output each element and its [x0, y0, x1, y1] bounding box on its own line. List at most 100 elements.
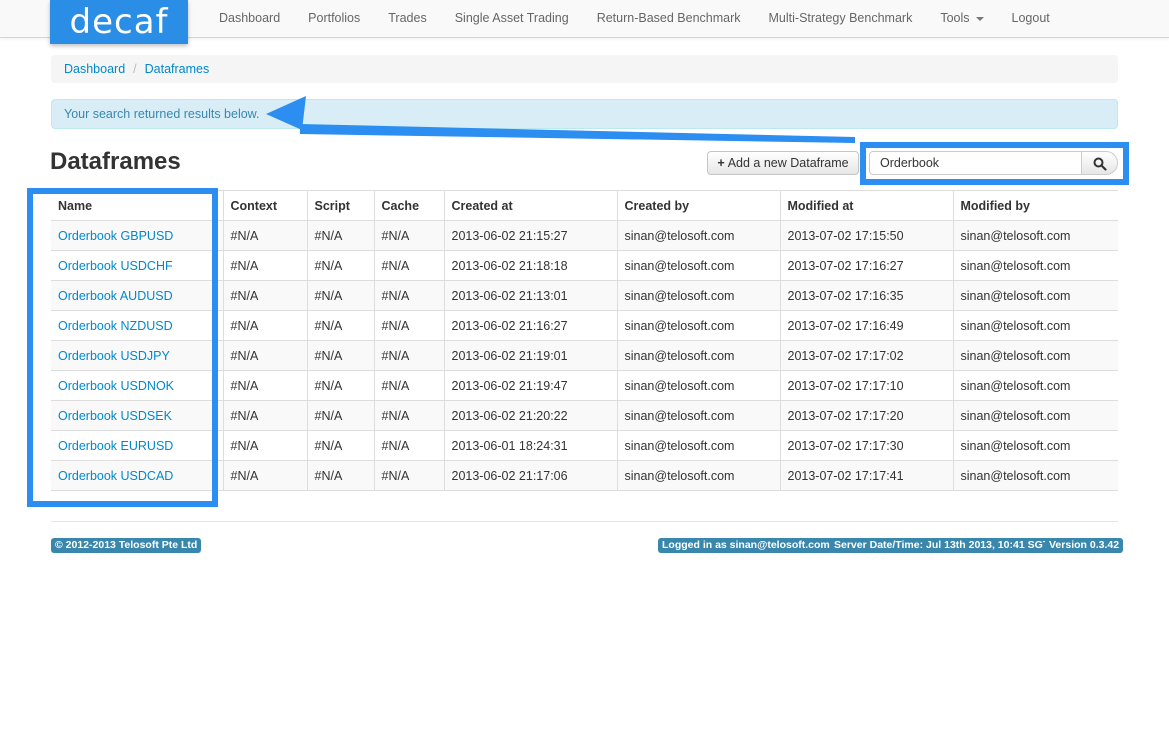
cell-cache: #N/A — [373, 370, 444, 401]
cell-created-by: sinan@telosoft.com — [616, 370, 780, 401]
col-modified-at[interactable]: Modified at — [779, 190, 953, 221]
page-title: Dataframes — [50, 148, 181, 175]
logged-in-label: Logged in as sinan@telosoft.com — [658, 538, 834, 553]
cell-modified-at: 2013-07-02 17:16:27 — [779, 250, 953, 281]
cell-cache: #N/A — [373, 430, 444, 461]
cell-script: #N/A — [306, 250, 374, 281]
cell-created-at: 2013-06-02 21:17:06 — [443, 460, 617, 491]
cell-name: Orderbook AUDUSD — [51, 280, 223, 311]
table-row: Orderbook USDSEK #N/A #N/A #N/A 2013-06-02 2… — [51, 400, 1118, 431]
cell-created-at: 2013-06-02 21:16:27 — [443, 310, 617, 341]
breadcrumb: Dashboard / Dataframes — [51, 55, 1118, 83]
dataframe-link[interactable]: Orderbook USDSEK — [58, 409, 172, 423]
nav-tools[interactable]: Tools — [926, 0, 997, 38]
col-cache[interactable]: Cache — [373, 190, 444, 221]
col-context[interactable]: Context — [222, 190, 307, 221]
dataframe-link[interactable]: Orderbook USDCHF — [58, 259, 173, 273]
col-modified-by[interactable]: Modified by — [952, 190, 1118, 221]
cell-modified-by: sinan@telosoft.com — [952, 220, 1118, 251]
cell-script: #N/A — [306, 460, 374, 491]
cell-modified-at: 2013-07-02 17:17:20 — [779, 400, 953, 431]
dataframe-link[interactable]: Orderbook NZDUSD — [58, 319, 173, 333]
cell-script: #N/A — [306, 370, 374, 401]
cell-created-at: 2013-06-02 21:15:27 — [443, 220, 617, 251]
nav-dashboard[interactable]: Dashboard — [205, 0, 294, 38]
add-dataframe-button[interactable]: + Add a new Dataframe — [707, 151, 859, 175]
col-created-at[interactable]: Created at — [443, 190, 617, 221]
col-created-by[interactable]: Created by — [616, 190, 780, 221]
cell-cache: #N/A — [373, 250, 444, 281]
breadcrumb-dataframes[interactable]: Dataframes — [145, 62, 210, 76]
cell-modified-by: sinan@telosoft.com — [952, 370, 1118, 401]
cell-modified-at: 2013-07-02 17:17:02 — [779, 340, 953, 371]
cell-script: #N/A — [306, 280, 374, 311]
brand-logo[interactable]: decaf — [50, 0, 188, 44]
cell-modified-at: 2013-07-02 17:16:49 — [779, 310, 953, 341]
table-row: Orderbook GBPUSD #N/A #N/A #N/A 2013-06-02 2… — [51, 220, 1118, 251]
cell-modified-by: sinan@telosoft.com — [952, 430, 1118, 461]
cell-name: Orderbook GBPUSD — [51, 220, 223, 251]
dataframe-link[interactable]: Orderbook GBPUSD — [58, 229, 173, 243]
dataframe-link[interactable]: Orderbook USDCAD — [58, 469, 173, 483]
cell-context: #N/A — [222, 340, 307, 371]
cell-cache: #N/A — [373, 280, 444, 311]
cell-created-at: 2013-06-02 21:13:01 — [443, 280, 617, 311]
cell-context: #N/A — [222, 430, 307, 461]
table-row: Orderbook USDNOK #N/A #N/A #N/A 2013-06-02 2… — [51, 370, 1118, 401]
version-label: Version 0.3.42 — [1045, 538, 1124, 553]
copyright-label: © 2012-2013 Telosoft Pte Ltd — [51, 538, 202, 553]
nav-trades[interactable]: Trades — [374, 0, 440, 38]
nav-logout[interactable]: Logout — [998, 0, 1064, 38]
cell-cache: #N/A — [373, 460, 444, 491]
dataframe-link[interactable]: Orderbook USDJPY — [58, 349, 170, 363]
nav-single-asset-trading[interactable]: Single Asset Trading — [441, 0, 583, 38]
cell-name: Orderbook EURUSD — [51, 430, 223, 461]
cell-context: #N/A — [222, 400, 307, 431]
table-row: Orderbook USDCHF #N/A #N/A #N/A 2013-06-02 2… — [51, 250, 1118, 281]
nav-return-based-benchmark[interactable]: Return-Based Benchmark — [583, 0, 755, 38]
breadcrumb-dashboard[interactable]: Dashboard — [64, 62, 125, 76]
cell-modified-by: sinan@telosoft.com — [952, 400, 1118, 431]
cell-created-at: 2013-06-02 21:18:18 — [443, 250, 617, 281]
dataframe-link[interactable]: Orderbook USDNOK — [58, 379, 174, 393]
dataframe-link[interactable]: Orderbook AUDUSD — [58, 289, 173, 303]
cell-created-at: 2013-06-02 21:20:22 — [443, 400, 617, 431]
table-row: Orderbook AUDUSD #N/A #N/A #N/A 2013-06-02 2… — [51, 280, 1118, 311]
main-nav: Dashboard Portfolios Trades Single Asset… — [205, 0, 1064, 38]
search-button[interactable] — [1081, 151, 1118, 175]
cell-modified-at: 2013-07-02 17:17:41 — [779, 460, 953, 491]
cell-created-at: 2013-06-02 21:19:01 — [443, 340, 617, 371]
breadcrumb-separator: / — [133, 62, 137, 76]
caret-down-icon — [975, 16, 984, 21]
cell-modified-at: 2013-07-02 17:16:35 — [779, 280, 953, 311]
search-results-alert: Your search returned results below. — [51, 99, 1118, 129]
cell-name: Orderbook USDSEK — [51, 400, 223, 431]
col-name[interactable]: Name — [51, 190, 223, 221]
table-header-row: Name Context Script Cache Created at Cre… — [51, 190, 1118, 221]
cell-script: #N/A — [306, 310, 374, 341]
nav-multi-strategy-benchmark[interactable]: Multi-Strategy Benchmark — [755, 0, 927, 38]
cell-script: #N/A — [306, 400, 374, 431]
cell-created-by: sinan@telosoft.com — [616, 310, 780, 341]
cell-context: #N/A — [222, 310, 307, 341]
dataframe-link[interactable]: Orderbook EURUSD — [58, 439, 173, 453]
table-row: Orderbook NZDUSD #N/A #N/A #N/A 2013-06-02 2… — [51, 310, 1118, 341]
cell-name: Orderbook USDCAD — [51, 460, 223, 491]
search-input[interactable] — [869, 151, 1082, 175]
cell-cache: #N/A — [373, 400, 444, 431]
table-row: Orderbook EURUSD #N/A #N/A #N/A 2013-06-01 1… — [51, 430, 1118, 461]
cell-modified-by: sinan@telosoft.com — [952, 280, 1118, 311]
cell-name: Orderbook USDJPY — [51, 340, 223, 371]
cell-cache: #N/A — [373, 340, 444, 371]
col-script[interactable]: Script — [306, 190, 374, 221]
cell-context: #N/A — [222, 250, 307, 281]
cell-context: #N/A — [222, 370, 307, 401]
cell-created-by: sinan@telosoft.com — [616, 220, 780, 251]
search-icon — [1093, 157, 1107, 171]
cell-modified-by: sinan@telosoft.com — [952, 310, 1118, 341]
cell-script: #N/A — [306, 220, 374, 251]
dataframes-table: Name Context Script Cache Created at Cre… — [51, 190, 1118, 491]
nav-portfolios[interactable]: Portfolios — [294, 0, 374, 38]
table-body: Orderbook GBPUSD #N/A #N/A #N/A 2013-06-02 2… — [51, 220, 1118, 491]
cell-name: Orderbook USDCHF — [51, 250, 223, 281]
